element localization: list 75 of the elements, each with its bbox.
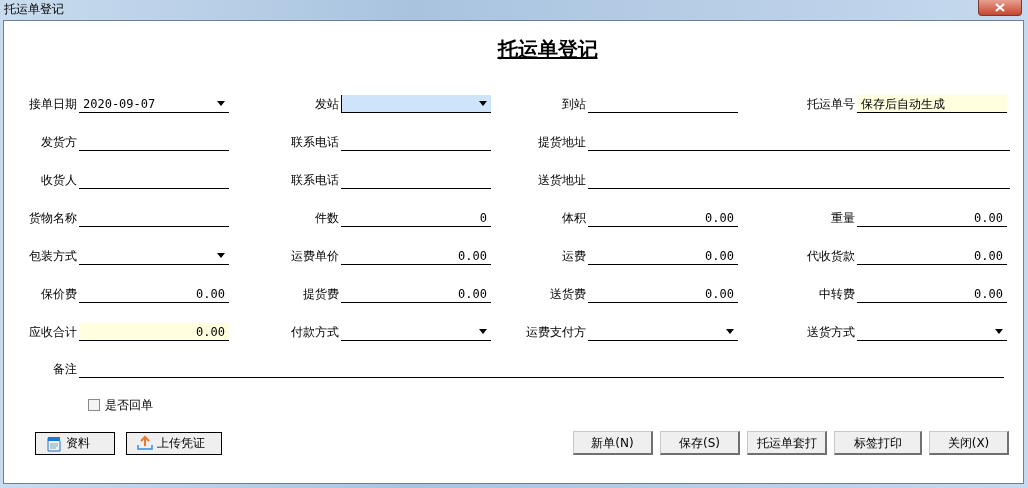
- field-value: 保存后自动生成: [861, 95, 945, 113]
- number-field[interactable]: 0.00: [588, 285, 738, 303]
- field-value: 0.00: [458, 285, 487, 303]
- field-label: 送货费: [549, 286, 587, 303]
- document-icon: [46, 434, 62, 452]
- action-button[interactable]: 保存(S): [660, 431, 740, 455]
- field-label: 联系电话: [290, 172, 340, 189]
- field-label: 中转费: [818, 286, 856, 303]
- action-button[interactable]: 关闭(X): [929, 431, 1009, 455]
- field-label: 应收合计: [28, 324, 78, 341]
- field-value: 0.00: [974, 285, 1003, 303]
- field-label: 送货地址: [537, 172, 587, 189]
- field-value: 0.00: [196, 285, 225, 303]
- field-value: 0.00: [196, 323, 225, 341]
- dropdown-arrow-icon[interactable]: [995, 329, 1003, 334]
- field-label: 接单日期: [28, 96, 78, 113]
- field-label: 付款方式: [290, 324, 340, 341]
- number-field[interactable]: 0.00: [857, 209, 1007, 227]
- dropdown-field[interactable]: 2020-09-07: [79, 95, 229, 113]
- field-label: 运费: [561, 248, 587, 265]
- field-label: 代收货款: [806, 248, 856, 265]
- action-button[interactable]: 新单(N): [573, 431, 653, 455]
- field-label: 体积: [561, 210, 587, 227]
- field-value: 2020-09-07: [83, 95, 156, 113]
- field-label: 包装方式: [28, 248, 78, 265]
- field-label: 运费单价: [290, 248, 340, 265]
- action-button[interactable]: 标签打印: [834, 431, 922, 455]
- field-value: 0.00: [458, 247, 487, 265]
- field-label: 发站: [314, 96, 340, 113]
- field-value: 0: [479, 209, 487, 227]
- number-field[interactable]: 0.00: [341, 247, 491, 265]
- window-title: 托运单登记: [4, 1, 64, 18]
- form-title: 托运单登记: [497, 36, 598, 63]
- field-label: 重量: [830, 210, 856, 227]
- field-label: 联系电话: [290, 134, 340, 151]
- field-label: 提货地址: [537, 134, 587, 151]
- dropdown-arrow-icon[interactable]: [217, 101, 225, 106]
- checkbox[interactable]: [88, 399, 100, 411]
- number-field[interactable]: 0.00: [79, 285, 229, 303]
- field-label: 收货人: [40, 172, 78, 189]
- field-label: 保价费: [40, 286, 78, 303]
- field-label: 备注: [52, 361, 78, 378]
- field-value: 0.00: [705, 285, 734, 303]
- action-button[interactable]: 托运单套打: [747, 431, 827, 455]
- number-field[interactable]: 0.00: [79, 323, 229, 341]
- text-field[interactable]: 保存后自动生成: [857, 95, 1007, 113]
- field-label: 提货费: [302, 286, 340, 303]
- number-field[interactable]: 0.00: [857, 285, 1007, 303]
- field-value: 0.00: [705, 247, 734, 265]
- field-label: 托运单号: [806, 96, 856, 113]
- field-label: 运费支付方: [525, 324, 587, 341]
- field-label: 货物名称: [28, 210, 78, 227]
- field-value: 0.00: [974, 209, 1003, 227]
- number-field[interactable]: 0.00: [341, 285, 491, 303]
- dropdown-field[interactable]: [341, 95, 491, 113]
- dropdown-arrow-icon[interactable]: [479, 101, 487, 106]
- toolbar-button[interactable]: 资料: [35, 431, 115, 455]
- field-label: 件数: [314, 210, 340, 227]
- number-field[interactable]: 0: [341, 209, 491, 227]
- field-value: 0.00: [705, 209, 734, 227]
- field-label: 发货方: [40, 134, 78, 151]
- toolbar-button[interactable]: 上传凭证: [126, 431, 222, 455]
- dropdown-arrow-icon[interactable]: [217, 253, 225, 258]
- dropdown-arrow-icon[interactable]: [726, 329, 734, 334]
- number-field[interactable]: 0.00: [857, 247, 1007, 265]
- field-value: 0.00: [974, 247, 1003, 265]
- number-field[interactable]: 0.00: [588, 209, 738, 227]
- dropdown-arrow-icon[interactable]: [479, 329, 487, 334]
- close-icon: [995, 3, 1005, 12]
- field-label: 到站: [561, 96, 587, 113]
- field-label: 送货方式: [806, 324, 856, 341]
- number-field[interactable]: 0.00: [588, 247, 738, 265]
- upload-icon: [137, 435, 153, 451]
- close-button[interactable]: [978, 0, 1022, 16]
- checkbox-label: 是否回单: [105, 397, 153, 414]
